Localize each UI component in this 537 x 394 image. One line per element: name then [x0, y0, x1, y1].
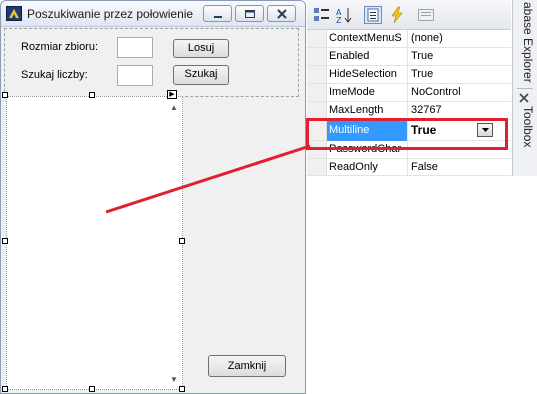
annotation-arrow — [105, 144, 311, 214]
